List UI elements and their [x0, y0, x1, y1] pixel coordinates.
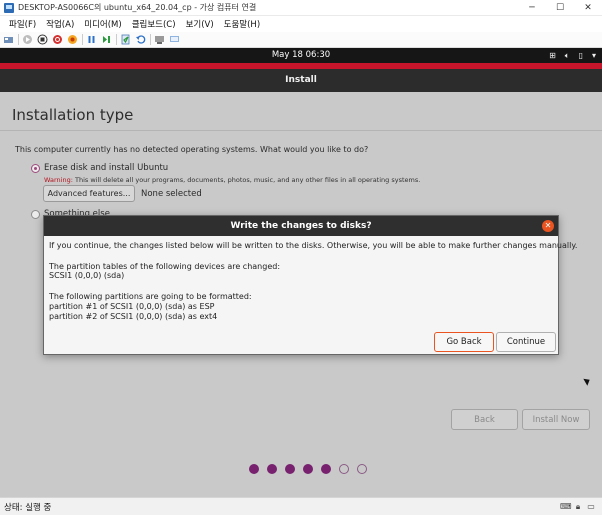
progress-dot-completed	[285, 464, 295, 474]
toolbar-separator	[18, 34, 19, 45]
keyboard-icon: ⌨	[560, 502, 572, 511]
vm-connection-icon	[4, 2, 14, 13]
ctrl-alt-del-icon[interactable]	[3, 34, 14, 45]
start-icon[interactable]	[22, 34, 33, 45]
partition-tables-heading: The partition tables of the following de…	[49, 262, 281, 271]
clock[interactable]: May 18 06:30	[0, 48, 602, 63]
progress-dot-completed	[321, 464, 331, 474]
continue-button[interactable]: Continue	[496, 332, 556, 352]
share-icon[interactable]	[169, 34, 180, 45]
progress-dot-pending	[339, 464, 349, 474]
format-heading: The following partitions are going to be…	[49, 292, 252, 301]
back-button[interactable]: Back	[451, 409, 518, 430]
save-icon[interactable]	[67, 34, 78, 45]
status-bar: 상태: 실행 중 ⌨ 🔒︎ ▭	[0, 497, 602, 515]
checkpoint-icon[interactable]	[120, 34, 131, 45]
system-status-area[interactable]: ⊞ 🔈︎ ▯ ▾	[549, 48, 596, 63]
enhanced-session-icon[interactable]	[154, 34, 165, 45]
power-menu-icon: ▾	[591, 51, 596, 60]
partition-tables-device: SCSI1 (0,0,0) (sda)	[49, 271, 125, 280]
close-icon[interactable]: ✕	[542, 220, 554, 232]
format-partition-1: partition #1 of SCSI1 (0,0,0) (sda) as E…	[49, 302, 215, 311]
menu-help[interactable]: 도움말(H)	[219, 18, 265, 30]
advanced-features-button[interactable]: Advanced features...	[43, 185, 135, 202]
pause-icon[interactable]	[86, 34, 97, 45]
volume-icon: 🔈︎	[564, 50, 570, 60]
turn-off-icon[interactable]	[37, 34, 48, 45]
window-titlebar: DESKTOP-AS0066C의 ubuntu_x64_20.04_cp - 가…	[0, 0, 602, 16]
menu-action[interactable]: 작업(A)	[41, 18, 79, 30]
page-title: Installation type	[12, 106, 134, 124]
menu-clipboard[interactable]: 클립보드(C)	[127, 18, 181, 30]
ubuntu-top-bar: May 18 06:30 ⊞ 🔈︎ ▯ ▾	[0, 48, 602, 63]
toolbar-separator	[116, 34, 117, 45]
menu-media[interactable]: 미디어(M)	[79, 18, 126, 30]
battery-icon: ▯	[578, 51, 583, 60]
progress-dot-completed	[249, 464, 259, 474]
toolbar-separator	[82, 34, 83, 45]
erase-disk-radio[interactable]	[31, 164, 40, 173]
status-text: 상태: 실행 중	[4, 502, 52, 513]
reset-icon[interactable]	[101, 34, 112, 45]
installer-header: Install	[0, 69, 602, 92]
install-now-button[interactable]: Install Now	[522, 409, 590, 430]
progress-dot-completed	[303, 464, 313, 474]
maximize-icon[interactable]: ☐	[546, 0, 574, 16]
menu-file[interactable]: 파일(F)	[0, 18, 41, 30]
monitor-icon: ▭	[587, 502, 595, 511]
network-icon: ⊞	[549, 51, 556, 60]
progress-dots	[249, 464, 367, 474]
format-partition-2: partition #2 of SCSI1 (0,0,0) (sda) as e…	[49, 312, 218, 321]
lock-icon: 🔒︎	[575, 502, 581, 511]
vm-toolbar	[0, 32, 602, 48]
title-divider	[0, 130, 602, 131]
erase-warning: Warning: This will delete all your progr…	[44, 176, 420, 184]
window-controls: ─ ☐ ✕	[518, 0, 602, 16]
progress-dot-pending	[357, 464, 367, 474]
window-title: DESKTOP-AS0066C의 ubuntu_x64_20.04_cp - 가…	[18, 3, 257, 12]
progress-dot-completed	[267, 464, 277, 474]
warning-prefix: Warning:	[44, 176, 73, 184]
menu-bar: 파일(F) 작업(A) 미디어(M) 클립보드(C) 보기(V) 도움말(H)	[0, 16, 602, 32]
toolbar-separator	[150, 34, 151, 45]
installation-question: This computer currently has no detected …	[15, 145, 369, 154]
revert-icon[interactable]	[135, 34, 146, 45]
dialog-intro: If you continue, the changes listed belo…	[49, 241, 578, 250]
write-changes-dialog: Write the changes to disks? ✕ If you con…	[43, 215, 577, 355]
dialog-title: Write the changes to disks?	[44, 216, 558, 236]
warning-text: This will delete all your programs, docu…	[72, 176, 421, 184]
minimize-icon[interactable]: ─	[518, 0, 546, 16]
shutdown-icon[interactable]	[52, 34, 63, 45]
erase-disk-label[interactable]: Erase disk and install Ubuntu	[44, 163, 168, 173]
advanced-selection-value: None selected	[141, 189, 202, 199]
status-icons: ⌨ 🔒︎ ▭	[560, 501, 596, 512]
something-else-radio[interactable]	[31, 210, 40, 219]
close-icon[interactable]: ✕	[574, 0, 602, 16]
menu-view[interactable]: 보기(V)	[181, 18, 219, 30]
go-back-button[interactable]: Go Back	[434, 332, 494, 352]
